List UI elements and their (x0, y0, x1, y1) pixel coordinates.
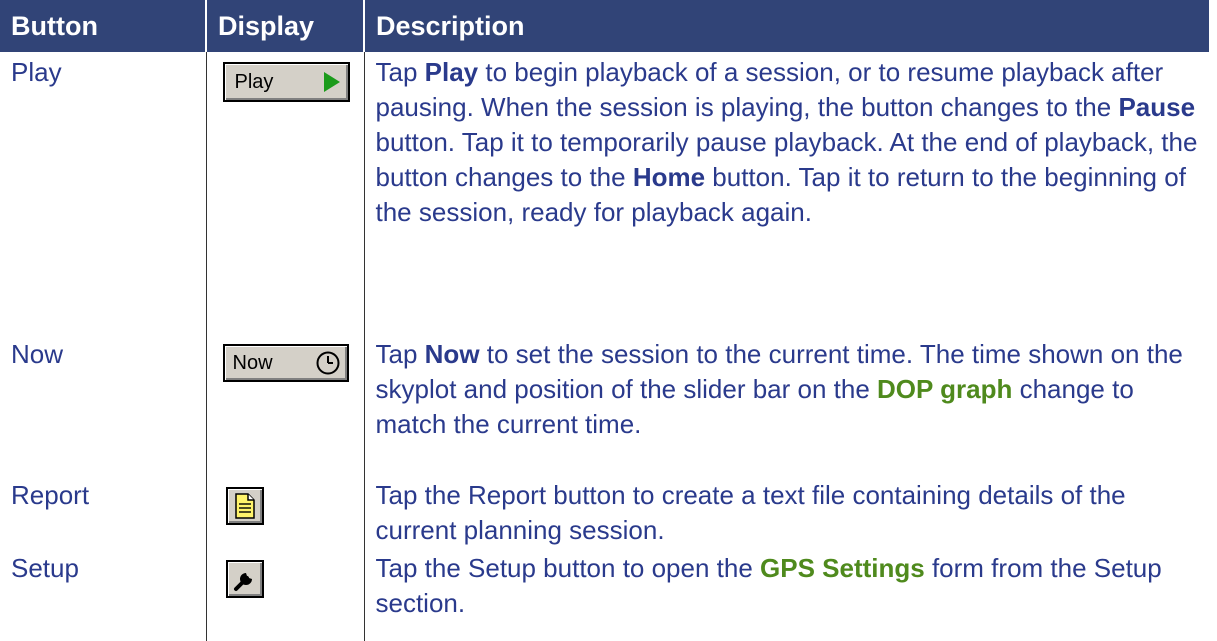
gps-settings-link[interactable]: GPS Settings (760, 553, 925, 583)
button-name: Setup (11, 553, 79, 583)
play-button[interactable]: Play (222, 62, 350, 102)
desc-keyword: Home (632, 162, 706, 192)
desc-keyword: Play (424, 57, 479, 87)
desc-text: Tap (375, 57, 425, 87)
display-cell (205, 548, 364, 641)
button-name: Play (11, 57, 62, 87)
desc-text: Tap (375, 339, 425, 369)
now-button-label: Now (232, 351, 273, 374)
button-name: Now (11, 339, 64, 369)
button-reference-table: Button Display Description Play Play Tap… (0, 0, 1209, 641)
description-cell: Tap the Report button to create a text f… (363, 475, 1209, 548)
wrench-icon (233, 570, 254, 591)
display-cell: Play (205, 52, 364, 334)
column-header-description: Description (363, 0, 1209, 52)
column-header-display: Display (205, 0, 364, 52)
dop-graph-link[interactable]: DOP graph (877, 374, 1012, 404)
play-triangle-icon (323, 72, 340, 92)
display-cell: Now (205, 334, 364, 475)
desc-text: to begin playback of a session, or to re… (375, 57, 1164, 122)
desc-keyword: Now (424, 339, 480, 369)
description-cell: Tap Play to begin playback of a session,… (363, 52, 1209, 334)
button-name: Report (11, 480, 90, 510)
desc-text: Tap the Report button to create a text f… (375, 480, 1126, 545)
table-row: Setup Tap the Setup button to open the G… (0, 548, 1209, 641)
table-row: Now Now Tap Now to set the session to th… (0, 334, 1209, 475)
report-document-icon (234, 493, 255, 519)
page: Button Display Description Play Play Tap… (0, 0, 1217, 641)
clock-icon (316, 351, 339, 375)
report-button[interactable] (225, 487, 264, 525)
display-cell (205, 475, 364, 548)
desc-text: Tap the Setup button to open the (375, 553, 761, 583)
table-row: Report Tap the Report button to create a… (0, 475, 1209, 548)
table-row: Play Play Tap Play to begin playback of … (0, 52, 1209, 334)
play-button-label: Play (234, 70, 274, 93)
desc-keyword: Pause (1118, 92, 1196, 122)
description-cell: Tap Now to set the session to the curren… (363, 334, 1209, 475)
column-header-button: Button (0, 0, 206, 52)
description-cell: Tap the Setup button to open the GPS Set… (363, 548, 1209, 641)
setup-button[interactable] (225, 560, 264, 598)
table-header-row: Button Display Description (0, 0, 1209, 52)
now-button[interactable]: Now (222, 344, 349, 382)
